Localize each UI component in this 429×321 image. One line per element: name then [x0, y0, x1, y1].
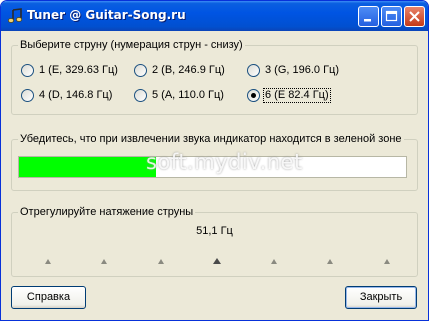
- radio-selected-dot: [251, 93, 256, 98]
- string-radio-label: 4 (D, 146.8 Гц): [39, 89, 113, 101]
- minimize-icon: [364, 19, 371, 22]
- client-area: Выберите струну (нумерация струн - снизу…: [4, 31, 425, 317]
- scale-tick: [45, 259, 51, 264]
- close-button[interactable]: Закрыть: [345, 286, 417, 309]
- scale-tick: [327, 259, 333, 264]
- radio-circle[interactable]: [21, 64, 34, 77]
- minimize-button[interactable]: [358, 6, 379, 27]
- maximize-button[interactable]: [381, 6, 402, 27]
- close-window-button[interactable]: [404, 6, 425, 27]
- radio-circle[interactable]: [21, 89, 34, 102]
- maximize-icon: [385, 10, 398, 22]
- scale-tick: [384, 259, 390, 264]
- radio-circle[interactable]: [247, 64, 260, 77]
- string-radio-label: 3 (G, 196.0 Гц): [265, 64, 340, 76]
- scale-tick: [271, 259, 277, 264]
- level-meter-group: Убедитесь, что при извлечении звука инди…: [11, 132, 418, 191]
- string-radio-label: 2 (B, 246.9 Гц): [152, 64, 225, 76]
- tension-group: Отрегулируйте натяжение струны 51,1 Гц: [11, 205, 418, 277]
- close-icon: [409, 11, 420, 22]
- string-radio-label: 1 (E, 329.63 Гц): [39, 64, 118, 76]
- radio-circle[interactable]: [134, 89, 147, 102]
- music-note-icon: [8, 8, 22, 23]
- help-button[interactable]: Справка: [11, 286, 86, 309]
- string-radio-label: 6 (E 82.4 Гц): [263, 88, 331, 103]
- level-meter-fill: [19, 157, 157, 177]
- radio-circle[interactable]: [247, 89, 260, 102]
- scale-tick: [158, 259, 164, 264]
- tuner-window: Tuner @ Guitar-Song.ru Выберите струну (…: [0, 0, 429, 321]
- string-select-group: Выберите струну (нумерация струн - снизу…: [11, 38, 418, 115]
- string-group-legend: Выберите струну (нумерация струн - снизу…: [18, 38, 245, 52]
- level-meter: [18, 156, 407, 178]
- radio-circle[interactable]: [134, 64, 147, 77]
- scale-tick: [101, 259, 107, 264]
- window-title: Tuner @ Guitar-Song.ru: [27, 8, 186, 22]
- scale-tick-indicator: [213, 258, 221, 264]
- tension-group-legend: Отрегулируйте натяжение струны: [18, 205, 196, 219]
- title-bar[interactable]: Tuner @ Guitar-Song.ru: [1, 1, 428, 31]
- frequency-readout: 51,1 Гц: [196, 225, 233, 237]
- string-radio-label: 5 (A, 110.0 Гц): [152, 89, 224, 101]
- meter-group-legend: Убедитесь, что при извлечении звука инди…: [18, 132, 404, 146]
